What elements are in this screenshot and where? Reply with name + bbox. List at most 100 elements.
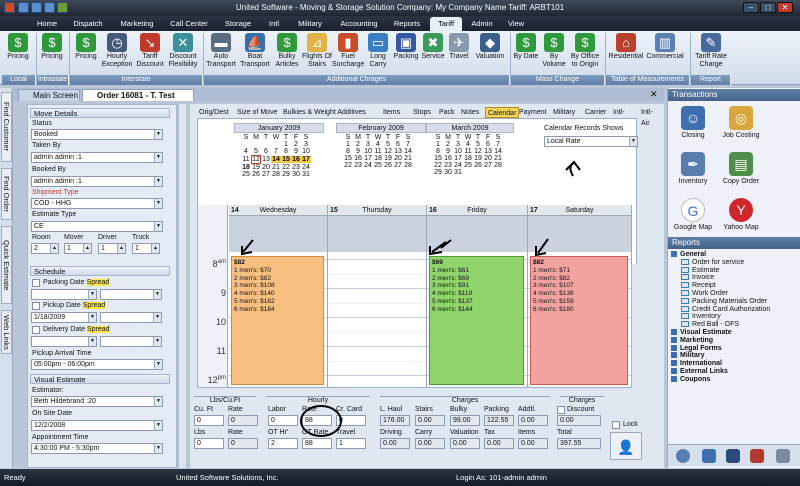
day-column[interactable]: 16 Friday $69 1 men's: $61 2 men's: $69 3 men… <box>427 205 528 387</box>
calendar-day[interactable]: 3 <box>301 141 311 148</box>
calendar-day[interactable]: 13 <box>261 156 271 163</box>
lbs-rate-input[interactable]: 0 <box>228 438 258 449</box>
calendar-day[interactable]: 31 <box>453 169 463 176</box>
copy-order-button[interactable]: ▤ Copy Order <box>716 152 766 185</box>
shield-icon[interactable] <box>702 449 716 463</box>
yahoo-map-button[interactable]: Y Yahoo Map <box>716 198 766 231</box>
subtab-intl-sea[interactable]: Intl-Sea <box>611 107 637 127</box>
calendar-day[interactable]: 25 <box>463 162 473 169</box>
calendar-day[interactable]: 2 <box>291 141 301 148</box>
calendar-day[interactable]: 4 <box>373 141 383 148</box>
subtab-intl-air[interactable]: Intl-Air <box>639 107 655 127</box>
calendar-day[interactable]: 19 <box>473 155 483 162</box>
minimize-button[interactable]: – <box>743 2 759 13</box>
tab-dispatch[interactable]: Dispatch <box>68 17 108 31</box>
calendar-day[interactable]: 20 <box>393 155 403 162</box>
taken-by-select[interactable]: admin admin :1 ▼ <box>31 152 163 163</box>
travel-input[interactable]: 1 <box>336 438 366 449</box>
service-button[interactable]: ✖ Service <box>420 33 446 73</box>
calendar-day[interactable]: 12 <box>383 148 393 155</box>
side-tab-find-customer[interactable]: Find Customer <box>1 92 12 162</box>
delivery-time-select[interactable]: ▼ <box>100 336 162 347</box>
user-action-button[interactable]: 👤 <box>610 432 642 460</box>
mover-stepper[interactable]: 1 ▲ <box>64 243 92 254</box>
calendar-day[interactable]: 24 <box>363 162 373 169</box>
cu-ft-rate-input[interactable]: 0 <box>228 415 258 426</box>
long-carry-button[interactable]: ▭ Long Carry <box>364 33 392 73</box>
flights-of-stairs-button[interactable]: ⊿ Flights Of Stairs <box>302 33 332 73</box>
tab-order[interactable]: Order 16081 - T. Test <box>82 89 194 101</box>
clock-icon[interactable] <box>676 449 690 463</box>
calendar-day[interactable]: 16 <box>443 155 453 162</box>
tree-group[interactable]: Visual Estimate <box>671 328 770 337</box>
calendar-icon[interactable] <box>726 449 740 463</box>
calendar-day[interactable]: 3 <box>363 141 373 148</box>
calendar-day[interactable]: 14 <box>493 148 503 155</box>
month-header[interactable]: January 2009 <box>234 123 324 133</box>
commercial-button[interactable]: ▥ Commercial <box>645 33 685 73</box>
subtab-military[interactable]: Military <box>551 107 577 118</box>
report-item[interactable]: Invoice <box>671 274 770 282</box>
packing-button[interactable]: ▣ Packing <box>392 33 420 73</box>
closing-button[interactable]: ☺ Closing <box>668 106 718 139</box>
room-stepper[interactable]: 2 ▲ <box>31 243 59 254</box>
calendar-day[interactable]: 21 <box>403 155 413 162</box>
calendar-day[interactable]: 15 <box>433 155 443 162</box>
calendar-day[interactable]: 4 <box>241 148 251 155</box>
discount-flexibility-button[interactable]: ✕ Discount Flexibility <box>166 33 200 73</box>
subtab-pack[interactable]: Pack <box>437 107 457 118</box>
calendar-day[interactable]: 17 <box>301 156 311 163</box>
boat-transport-button[interactable]: ⛵ Boat Transport <box>238 33 272 73</box>
calendar-day[interactable]: 2 <box>353 141 363 148</box>
calendar-day[interactable]: 23 <box>353 162 363 169</box>
calendar-day[interactable]: 4 <box>463 141 473 148</box>
tab-reports[interactable]: Reports <box>388 17 426 31</box>
calendar-day[interactable]: 7 <box>493 141 503 148</box>
estimate-type-select[interactable]: CE ▼ <box>31 221 163 232</box>
pricing-local-button[interactable]: $ Pricing <box>4 33 32 73</box>
ot-hr-input[interactable]: 2 <box>268 438 298 449</box>
calendar-day[interactable]: 27 <box>393 162 403 169</box>
calendar-day[interactable]: 13 <box>393 148 403 155</box>
inventory-button[interactable]: ✒ Inventory <box>668 152 718 185</box>
calendar-day[interactable]: 9 <box>443 148 453 155</box>
calendar-day[interactable]: 17 <box>363 155 373 162</box>
calendar-day[interactable]: 8 <box>433 148 443 155</box>
pickup-date-checkbox[interactable] <box>32 302 40 310</box>
calendar-day[interactable]: 22 <box>343 162 353 169</box>
subtab-items[interactable]: Items <box>381 107 402 118</box>
calendar-day[interactable]: 24 <box>301 164 311 171</box>
calendar-day[interactable]: 29 <box>281 171 291 178</box>
lbs-input[interactable]: 0 <box>194 438 224 449</box>
calendar-day[interactable]: 6 <box>261 148 271 155</box>
calendar-day[interactable]: 10 <box>453 148 463 155</box>
fuel-surcharge-button[interactable]: ▮ Fuel Surcharge <box>332 33 364 73</box>
by-date-button[interactable]: $ By Date <box>512 33 540 73</box>
tab-view[interactable]: View <box>502 17 530 31</box>
day-column[interactable]: 14 Wednesday $82 1 men's: $70 2 men's: $82 3 … <box>229 205 328 387</box>
pickup-date-input[interactable]: 1/18/2009 ▼ <box>31 312 97 323</box>
side-tab-web-links[interactable]: Web Links <box>1 310 12 354</box>
tree-group[interactable]: International <box>671 360 770 368</box>
calendar-day[interactable]: 6 <box>393 141 403 148</box>
residential-button[interactable]: ⌂ Residential <box>607 33 645 73</box>
report-item[interactable]: Inventory <box>671 313 770 321</box>
tree-group-general[interactable]: General <box>671 251 770 259</box>
job-costing-button[interactable]: ◎ Job Costing <box>716 106 766 139</box>
appointment-time-select[interactable]: 4:30:00 PM - 5:30pm ▼ <box>31 443 163 454</box>
calendar-day[interactable]: 5 <box>473 141 483 148</box>
tab-admin[interactable]: Admin <box>466 17 498 31</box>
calendar-day[interactable]: 18 <box>463 155 473 162</box>
tariff-rate-charge-button[interactable]: ✎ Tariff Rate Charge <box>693 33 729 73</box>
tab-accounting[interactable]: Accounting <box>334 17 384 31</box>
subtab-carrier[interactable]: Carrier <box>583 107 608 118</box>
settings-icon[interactable] <box>776 449 790 463</box>
tab-military[interactable]: Military <box>290 17 330 31</box>
tab-main-screen[interactable]: Main Screen <box>18 89 80 101</box>
calendar-day[interactable]: 23 <box>443 162 453 169</box>
tree-group[interactable]: External Links <box>671 367 770 376</box>
subtab-stops[interactable]: Stops <box>411 107 433 118</box>
report-item[interactable]: Work Order <box>671 289 770 298</box>
status-select[interactable]: Booked ▼ <box>31 129 163 140</box>
shipment-type-select[interactable]: COD - HHG ▼ <box>31 198 163 209</box>
